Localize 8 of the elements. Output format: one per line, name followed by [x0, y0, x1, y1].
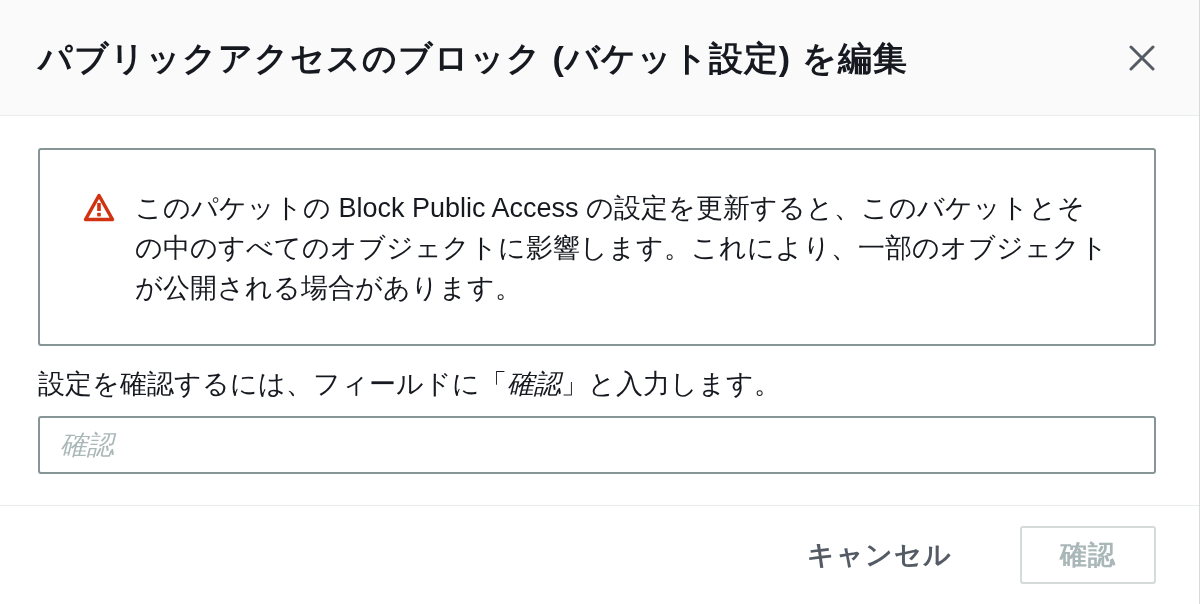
close-icon: [1129, 44, 1155, 71]
close-button[interactable]: [1129, 44, 1155, 71]
confirmation-instruction: 設定を確認するには、フィールドに「確認」と入力します。: [38, 368, 782, 401]
alert-message: このパケットの Block Public Access の設定を更新すると、このバケットとその中のすべてのオブジェクトに影響します。これにより、一部のオブジェクトが公開される場合があります。: [135, 192, 1109, 305]
confirmation-input[interactable]: 確認: [38, 416, 1156, 474]
warning-icon: [83, 193, 115, 222]
cancel-button[interactable]: キャンセル: [785, 526, 974, 584]
dialog-title: パブリックアクセスのブロック (バケット設定) を編集: [38, 37, 908, 79]
